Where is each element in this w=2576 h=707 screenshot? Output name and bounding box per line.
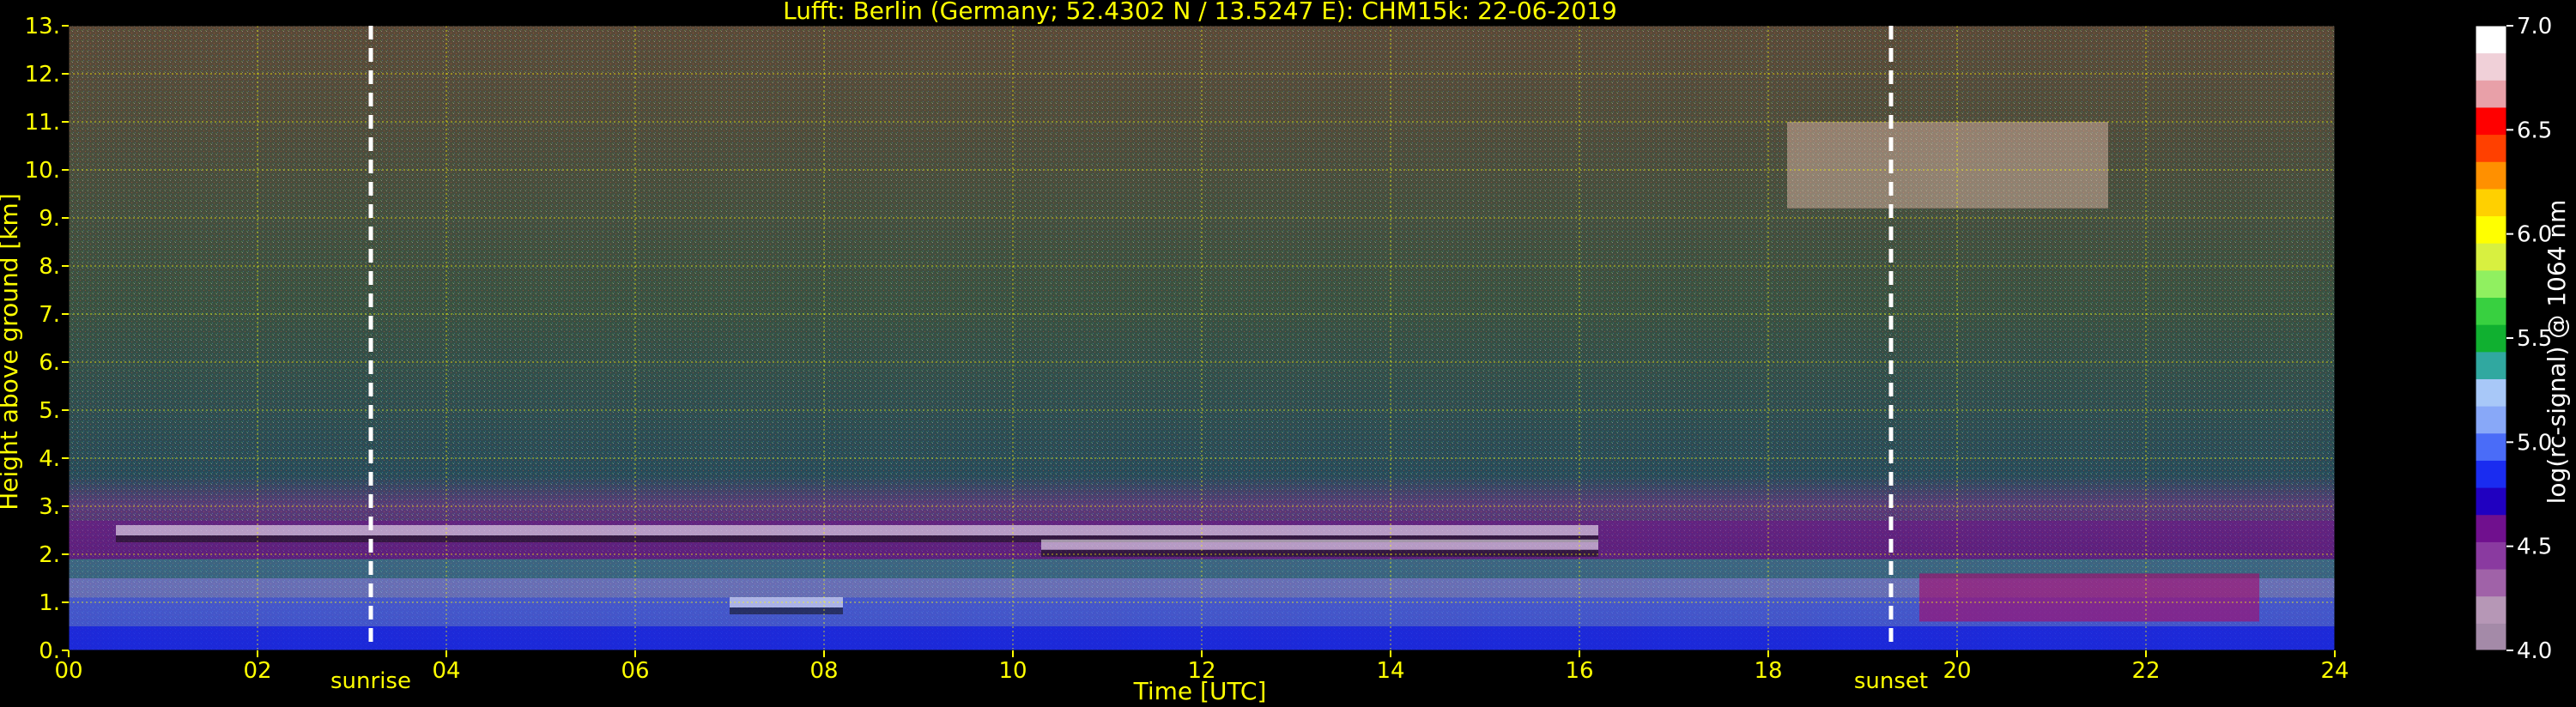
colorbar-tick-label: 4.5 [2517, 535, 2552, 560]
colorbar-segment [2476, 52, 2506, 81]
y-ticks: 0.1.2.3.4.5.6.7.8.9.10.11.12.13. [25, 14, 69, 664]
colorbar-segment [2476, 26, 2506, 54]
colorbar-segment [2476, 595, 2506, 624]
y-tick-label: 9. [39, 206, 60, 232]
y-tick-label: 7. [39, 302, 60, 328]
marker-label-sunset: sunset [1854, 668, 1928, 694]
colorbar-segment [2476, 269, 2506, 299]
feature-layer [1041, 539, 1598, 550]
x-tick-label: 04 [432, 658, 460, 684]
y-tick-label: 12. [25, 62, 60, 88]
x-tick-label: 24 [2320, 658, 2349, 684]
colorbar-segment [2476, 541, 2506, 570]
y-tick-label: 13. [25, 14, 60, 39]
colorbar-label: log(rc-signal) @ 1064 nm [2543, 200, 2571, 505]
chart-title: Lufft: Berlin (Germany; 52.4302 N / 13.5… [783, 0, 1617, 25]
plot-area [68, 25, 2336, 651]
colorbar-segment [2476, 161, 2506, 190]
y-tick-label: 1. [39, 590, 60, 616]
y-tick-label: 5. [39, 398, 60, 424]
feature-layer [116, 525, 1598, 535]
y-tick-label: 11. [25, 110, 60, 136]
x-tick-label: 00 [54, 658, 82, 684]
colorbar-segment [2476, 80, 2506, 108]
colorbar-segment [2476, 215, 2506, 244]
colorbar-segment [2476, 106, 2506, 136]
colorbar-segment [2476, 460, 2506, 488]
ceilometer-chart: Lufft: Berlin (Germany; 52.4302 N / 13.5… [0, 0, 2571, 705]
x-tick-label: 10 [998, 658, 1027, 684]
colorbar-segment [2476, 432, 2506, 461]
signal-band [69, 626, 2335, 650]
colorbar-segment [2476, 487, 2506, 516]
x-tick-label: 06 [621, 658, 649, 684]
y-tick-label: 6. [39, 350, 60, 376]
colorbar-segment [2476, 297, 2506, 325]
feature-shadow [1041, 549, 1598, 557]
x-tick-label: 16 [1565, 658, 1593, 684]
x-tick-label: 14 [1376, 658, 1404, 684]
x-tick-label: 12 [1187, 658, 1215, 684]
x-tick-label: 02 [243, 658, 271, 684]
colorbar-tick-label: 4.0 [2517, 638, 2552, 664]
colorbar-segment [2476, 243, 2506, 271]
colorbar-segment [2476, 514, 2506, 542]
marker-label-sunrise: sunrise [330, 668, 411, 694]
y-axis-label: Height above ground [km] [0, 193, 23, 511]
colorbar-segment [2476, 188, 2506, 217]
x-tick-label: 18 [1754, 658, 1782, 684]
x-tick-label: 20 [1943, 658, 1971, 684]
x-tick-label: 08 [809, 658, 838, 684]
colorbar-segment [2476, 569, 2506, 597]
colorbar-segment [2476, 134, 2506, 162]
y-tick-label: 2. [39, 542, 60, 568]
x-tick-label: 22 [2131, 658, 2160, 684]
colorbar-tick-label: 7.0 [2517, 14, 2552, 39]
colorbar-segment [2476, 406, 2506, 434]
colorbar-tick-label: 6.5 [2517, 118, 2552, 143]
y-tick-label: 4. [39, 446, 60, 472]
colorbar-segment [2476, 351, 2506, 379]
colorbar-segment [2476, 378, 2506, 407]
feature-shadow [730, 607, 843, 614]
y-tick-label: 10. [25, 158, 60, 184]
residual-layer [1919, 573, 2259, 622]
y-tick-label: 8. [39, 254, 60, 280]
colorbar: 4.04.55.05.56.06.57.0 [2475, 14, 2552, 664]
y-tick-label: 3. [39, 494, 60, 520]
feature-cirrus [1787, 122, 2108, 208]
colorbar-segment [2476, 324, 2506, 353]
colorbar-segment [2476, 623, 2506, 651]
